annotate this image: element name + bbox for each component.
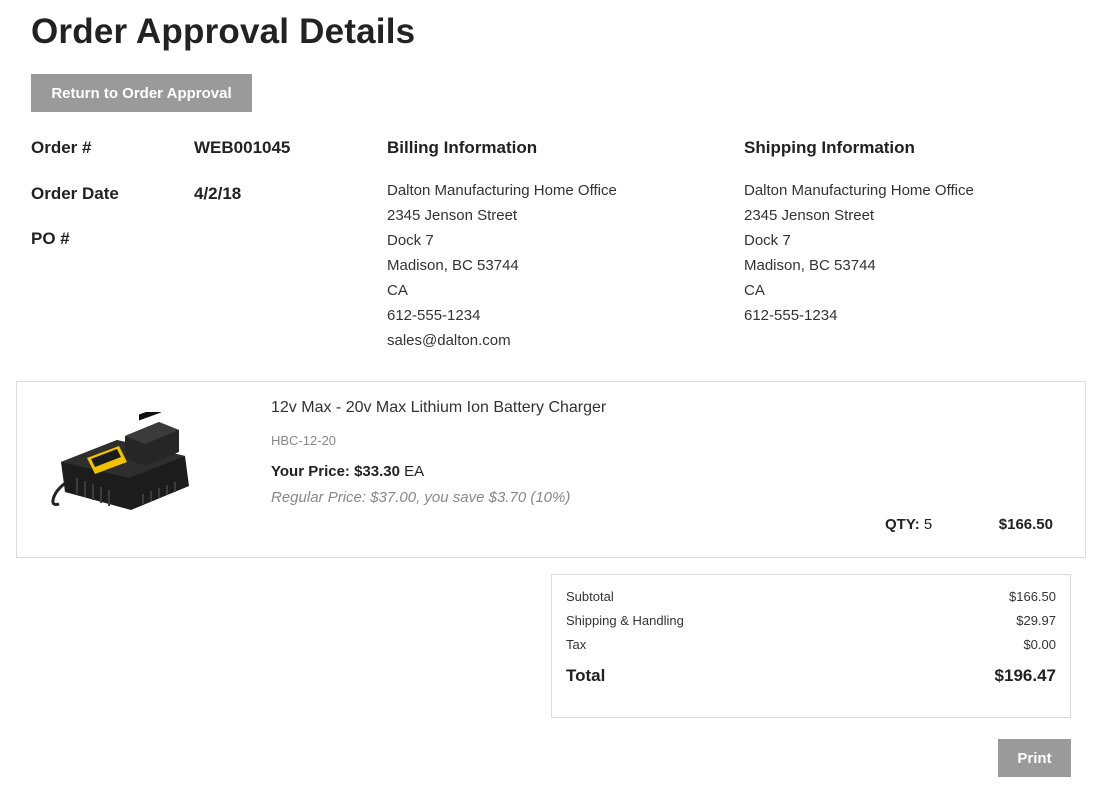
- shipping-information: Shipping Information Dalton Manufacturin…: [744, 138, 1074, 328]
- billing-heading: Billing Information: [387, 138, 538, 157]
- order-number-value: WEB001045: [194, 138, 291, 157]
- total-row: Total $196.47: [566, 666, 1056, 686]
- item-name[interactable]: 12v Max - 20v Max Lithium Ion Battery Ch…: [271, 399, 606, 417]
- price-unit: EA: [404, 463, 425, 480]
- shipping-country: CA: [744, 282, 765, 299]
- line-total: $166.50: [998, 516, 1053, 533]
- order-summary: Subtotal $166.50 Shipping & Handling $29…: [551, 574, 1071, 718]
- po-number-label: PO #: [31, 229, 70, 248]
- subtotal-label: Subtotal: [566, 589, 614, 604]
- battery-charger-product-image: [51, 412, 189, 510]
- shipping-row: Shipping & Handling $29.97: [566, 613, 1056, 628]
- page-title: Order Approval Details: [31, 12, 416, 51]
- billing-information: Billing Information Dalton Manufacturing…: [387, 138, 717, 353]
- tax-value: $0.00: [1023, 637, 1056, 652]
- billing-city: Madison, BC 53744: [387, 257, 519, 274]
- shipping-street: 2345 Jenson Street: [744, 207, 875, 224]
- billing-phone: 612-555-1234: [387, 307, 481, 324]
- qty-value: 5: [923, 516, 933, 533]
- print-button[interactable]: Print: [998, 739, 1071, 777]
- total-value: $196.47: [994, 666, 1056, 685]
- shipping-label: Shipping & Handling: [566, 613, 684, 628]
- shipping-phone: 612-555-1234: [744, 307, 838, 324]
- shipping-city: Madison, BC 53744: [744, 257, 876, 274]
- order-date-value: 4/2/18: [194, 184, 242, 203]
- subtotal-value: $166.50: [1009, 589, 1056, 604]
- shipping-company: Dalton Manufacturing Home Office: [744, 182, 974, 199]
- billing-street: 2345 Jenson Street: [387, 207, 518, 224]
- billing-email: sales@dalton.com: [387, 332, 511, 349]
- regular-price: Regular Price: $37.00, you save $3.70 (1…: [271, 489, 571, 506]
- billing-company: Dalton Manufacturing Home Office: [387, 182, 617, 199]
- order-date-label: Order Date: [31, 184, 119, 203]
- shipping-heading: Shipping Information: [744, 138, 915, 157]
- tax-label: Tax: [566, 637, 587, 652]
- your-price-label: Your Price:: [271, 463, 350, 480]
- item-sku: HBC-12-20: [271, 433, 337, 448]
- your-price-amount: $33.30: [354, 463, 400, 480]
- total-label: Total: [566, 666, 606, 685]
- tax-row: Tax $0.00: [566, 637, 1056, 652]
- shipping-value: $29.97: [1016, 613, 1056, 628]
- shipping-street2: Dock 7: [744, 232, 791, 249]
- order-number-label: Order #: [31, 138, 92, 157]
- billing-country: CA: [387, 282, 408, 299]
- subtotal-row: Subtotal $166.50: [566, 589, 1056, 604]
- order-line-item: 12v Max - 20v Max Lithium Ion Battery Ch…: [16, 381, 1086, 558]
- your-price: Your Price: $33.30 EA: [271, 463, 424, 480]
- return-to-order-approval-button[interactable]: Return to Order Approval: [31, 74, 252, 112]
- quantity: QTY: 5: [885, 516, 932, 533]
- billing-street2: Dock 7: [387, 232, 434, 249]
- qty-label: QTY:: [885, 516, 920, 533]
